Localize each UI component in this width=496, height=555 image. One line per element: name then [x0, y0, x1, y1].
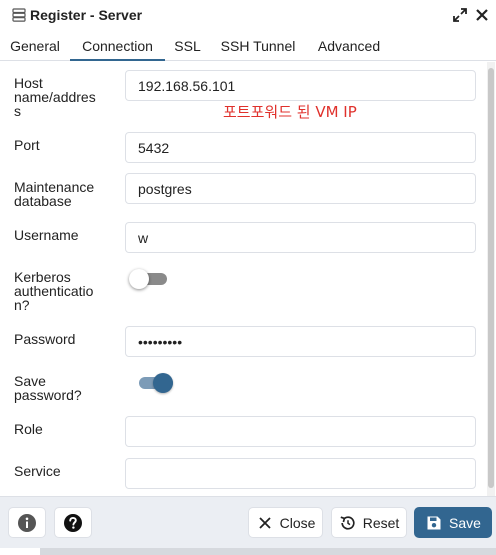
port-label: Port	[14, 137, 40, 153]
tab-general[interactable]: General	[0, 32, 70, 60]
maintenance-db-input[interactable]: postgres	[125, 173, 476, 204]
service-label: Service	[14, 463, 61, 479]
reset-button[interactable]: Reset	[331, 507, 407, 538]
kerberos-toggle[interactable]	[129, 268, 167, 289]
dialog-footer: Close Reset Save	[0, 496, 496, 548]
kerberos-toggle-knob	[129, 269, 149, 289]
password-label: Password	[14, 331, 76, 347]
form-scrollbar[interactable]	[487, 62, 495, 496]
info-icon	[17, 513, 37, 533]
tab-advanced[interactable]: Advanced	[306, 32, 392, 60]
reset-button-label: Reset	[362, 514, 400, 531]
help-button[interactable]	[54, 507, 92, 538]
server-icon	[12, 8, 26, 22]
register-server-dialog: Register - Server General Connection SSL…	[0, 0, 496, 555]
connection-form: Host name/addres s 192.168.56.101 포트포워드 …	[0, 62, 486, 496]
title-bar: Register - Server	[0, 0, 496, 30]
expand-icon[interactable]	[450, 5, 470, 25]
save-button[interactable]: Save	[414, 507, 492, 538]
host-label: Host name/addres s	[14, 75, 96, 119]
host-input[interactable]: 192.168.56.101	[125, 70, 476, 101]
help-icon	[63, 513, 83, 533]
close-x-icon	[256, 514, 274, 532]
save-password-toggle[interactable]	[135, 372, 173, 393]
kerberos-label: Kerberos authenticatio n?	[14, 269, 94, 313]
role-label: Role	[14, 421, 43, 437]
close-button-label: Close	[279, 514, 316, 531]
close-icon[interactable]	[472, 5, 492, 25]
save-button-label: Save	[449, 514, 481, 531]
bottom-edge	[0, 548, 496, 555]
info-button[interactable]	[8, 507, 46, 538]
close-button[interactable]: Close	[248, 507, 323, 538]
save-password-label: Save password?	[14, 373, 82, 403]
reset-icon	[339, 514, 357, 532]
tab-ssl[interactable]: SSL	[165, 32, 210, 60]
host-annotation: 포트포워드 된 VM IP	[223, 103, 357, 121]
username-input[interactable]: w	[125, 222, 476, 253]
port-input[interactable]: 5432	[125, 132, 476, 163]
service-input[interactable]	[125, 458, 476, 489]
tab-ssh-tunnel[interactable]: SSH Tunnel	[210, 32, 306, 60]
save-password-toggle-knob	[153, 373, 173, 393]
tab-bar: General Connection SSL SSH Tunnel Advanc…	[0, 32, 496, 61]
username-label: Username	[14, 227, 79, 243]
tab-connection[interactable]: Connection	[70, 32, 165, 61]
save-icon	[425, 514, 443, 532]
role-input[interactable]	[125, 416, 476, 447]
dialog-title: Register - Server	[30, 7, 143, 23]
password-input[interactable]: •••••••••	[125, 326, 476, 357]
maintenance-db-label: Maintenance database	[14, 179, 95, 209]
scrollbar-thumb[interactable]	[488, 68, 494, 488]
